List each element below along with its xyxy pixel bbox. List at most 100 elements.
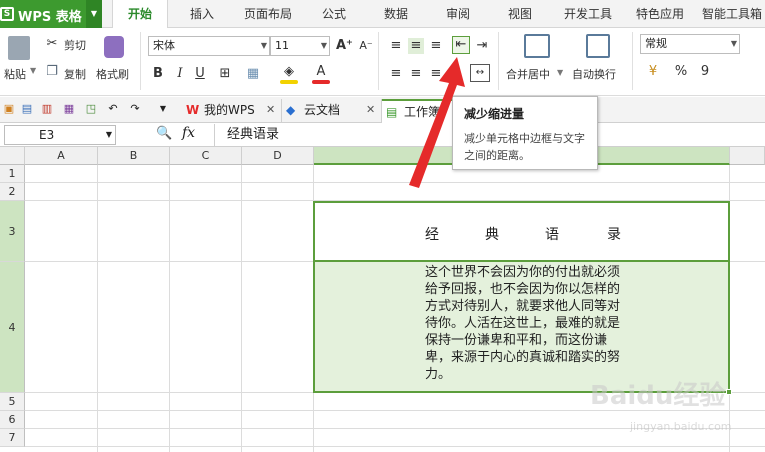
cut-button[interactable]: 剪切 xyxy=(64,37,86,53)
font-size-value: 11 xyxy=(275,39,289,52)
font-shrink-icon[interactable]: A⁻ xyxy=(358,38,374,54)
column-header[interactable]: D xyxy=(242,147,314,165)
redo-icon[interactable]: ↷ xyxy=(128,102,142,116)
italic-button[interactable]: I xyxy=(172,66,188,82)
font-name-value: 宋体 xyxy=(153,39,175,52)
row-header[interactable]: 3 xyxy=(0,201,25,262)
merge-center-icon xyxy=(524,34,550,58)
formula-bar: E3 ▼ 🔍 fx 经典语录 xyxy=(0,123,765,147)
divider xyxy=(498,32,499,90)
tab-my-wps[interactable]: W 我的WPS ✕ xyxy=(182,99,282,123)
copy-icon: ❐ xyxy=(46,64,58,79)
print-preview-icon[interactable]: ◳ xyxy=(84,102,98,116)
font-name-select[interactable]: 宋体 ▼ xyxy=(148,36,270,56)
font-size-select[interactable]: 11 ▼ xyxy=(270,36,330,56)
font-grow-icon[interactable]: A⁺ xyxy=(336,38,353,54)
bold-button[interactable]: B xyxy=(150,66,166,82)
cell-e3-char: 经 xyxy=(425,227,439,243)
tab-home[interactable]: 开始 xyxy=(112,0,168,28)
paste-dropdown-icon[interactable]: ▼ xyxy=(30,66,36,75)
number-format-select[interactable]: 常规 ▼ xyxy=(640,34,740,54)
tab-view[interactable]: 视图 xyxy=(498,0,542,28)
chevron-down-icon[interactable]: ▼ xyxy=(557,68,563,77)
column-header[interactable]: B xyxy=(98,147,170,165)
chevron-down-icon[interactable]: ▼ xyxy=(86,0,102,28)
spreadsheet-window: S WPS 表格 ▼ 开始 插入 页面布局 公式 数据 审阅 视图 开发工具 特… xyxy=(0,0,765,452)
row-header[interactable]: 7 xyxy=(0,429,25,447)
chevron-down-icon[interactable]: ▼ xyxy=(156,102,170,116)
align-bottom-icon[interactable]: ≡ xyxy=(428,38,444,54)
currency-icon[interactable]: ¥ xyxy=(642,64,664,80)
tab-developer[interactable]: 开发工具 xyxy=(558,0,618,28)
percent-button[interactable]: % xyxy=(674,64,688,80)
gridline xyxy=(169,165,170,452)
tooltip-title: 减少缩进量 xyxy=(464,107,525,121)
row-header[interactable]: 1 xyxy=(0,165,25,183)
cell-e3[interactable]: 经 典 语 录 xyxy=(313,201,730,262)
row-header[interactable]: 2 xyxy=(0,183,25,201)
select-all-corner[interactable] xyxy=(0,147,25,165)
font-color-icon[interactable]: A xyxy=(312,64,330,80)
comma-style-button[interactable]: 9 xyxy=(698,64,712,80)
cell-e3-char: 典 xyxy=(485,227,499,243)
copy-button[interactable]: 复制 xyxy=(64,66,86,82)
chevron-down-icon: ▼ xyxy=(730,39,737,48)
divider xyxy=(140,32,141,90)
watermark-url: jingyan.baidu.com xyxy=(630,420,732,433)
undo-icon[interactable]: ↶ xyxy=(106,102,120,116)
align-middle-icon[interactable]: ≡ xyxy=(408,38,424,54)
menu-bar: S WPS 表格 ▼ 开始 插入 页面布局 公式 数据 审阅 视图 开发工具 特… xyxy=(0,0,765,28)
tab-features[interactable]: 特色应用 xyxy=(630,0,690,28)
name-box-value: E3 xyxy=(39,128,55,142)
tooltip-description: 减少单元格中边框与文字之间的距离。 xyxy=(464,132,585,162)
row-header[interactable]: 6 xyxy=(0,411,25,429)
column-header[interactable]: C xyxy=(170,147,242,165)
print-icon[interactable]: ▦ xyxy=(62,102,76,116)
close-icon[interactable]: ✕ xyxy=(266,99,275,121)
tab-page-layout[interactable]: 页面布局 xyxy=(238,0,298,28)
paste-button[interactable]: 粘贴 xyxy=(4,66,26,82)
tab-cloud-docs[interactable]: ◆ 云文档 ✕ xyxy=(282,99,382,123)
cell-e4-text: 这个世界不会因为你的付出就必须给予回报，也不会因为你以怎样的方式对待别人，就要求… xyxy=(425,265,621,382)
chevron-down-icon: ▼ xyxy=(260,41,267,50)
fill-color-icon[interactable]: ◈ xyxy=(280,64,298,80)
merge-center-button[interactable]: 合并居中 xyxy=(506,66,550,82)
watermark: Baidu经验 jingyan.baidu.com xyxy=(590,370,760,450)
underline-button[interactable]: U xyxy=(192,66,208,82)
cell-e3-char: 录 xyxy=(607,227,621,243)
watermark-logo: Baidu经验 xyxy=(590,381,726,411)
app-menu-button[interactable]: S WPS 表格 ▼ xyxy=(0,0,102,28)
increase-indent-icon[interactable]: ⇥ xyxy=(474,38,490,54)
cell-style-icon[interactable]: ▦ xyxy=(244,66,262,82)
format-painter-button[interactable]: 格式刷 xyxy=(96,66,129,82)
wps-logo-icon: S xyxy=(0,7,14,21)
chevron-down-icon: ▼ xyxy=(320,41,327,50)
distributed-align-icon[interactable]: ↔ xyxy=(470,64,490,82)
row-header[interactable]: 4 xyxy=(0,262,25,393)
export-pdf-icon[interactable]: ▥ xyxy=(40,102,54,116)
paste-icon[interactable] xyxy=(8,36,30,60)
column-header[interactable]: A xyxy=(25,147,98,165)
tab-formula[interactable]: 公式 xyxy=(312,0,356,28)
save-icon[interactable]: ▤ xyxy=(20,102,34,116)
border-icon[interactable]: ⊞ xyxy=(216,66,234,82)
row-header[interactable]: 5 xyxy=(0,393,25,411)
column-header-next[interactable] xyxy=(730,147,765,165)
wrap-text-button[interactable]: 自动换行 xyxy=(572,66,616,82)
gridline xyxy=(97,165,98,452)
app-title: WPS 表格 xyxy=(18,10,82,25)
name-box[interactable]: E3 ▼ xyxy=(4,125,116,145)
tab-review[interactable]: 审阅 xyxy=(436,0,480,28)
tab-insert[interactable]: 插入 xyxy=(180,0,224,28)
fill-color-swatch xyxy=(280,80,298,84)
tab-label: 我的WPS xyxy=(204,103,255,117)
tooltip: 减少缩进量 减少单元格中边框与文字之间的距离。 xyxy=(452,96,598,170)
folder-icon[interactable]: ▣ xyxy=(2,102,16,116)
align-top-icon[interactable]: ≡ xyxy=(388,38,404,54)
insert-function-button[interactable]: fx xyxy=(182,125,195,141)
tab-data[interactable]: 数据 xyxy=(374,0,418,28)
decrease-indent-icon[interactable]: ⇤ xyxy=(452,36,470,54)
zoom-icon[interactable]: 🔍 xyxy=(156,126,172,141)
tab-smart-toolbox[interactable]: 智能工具箱 xyxy=(700,0,764,28)
close-icon[interactable]: ✕ xyxy=(366,99,375,121)
